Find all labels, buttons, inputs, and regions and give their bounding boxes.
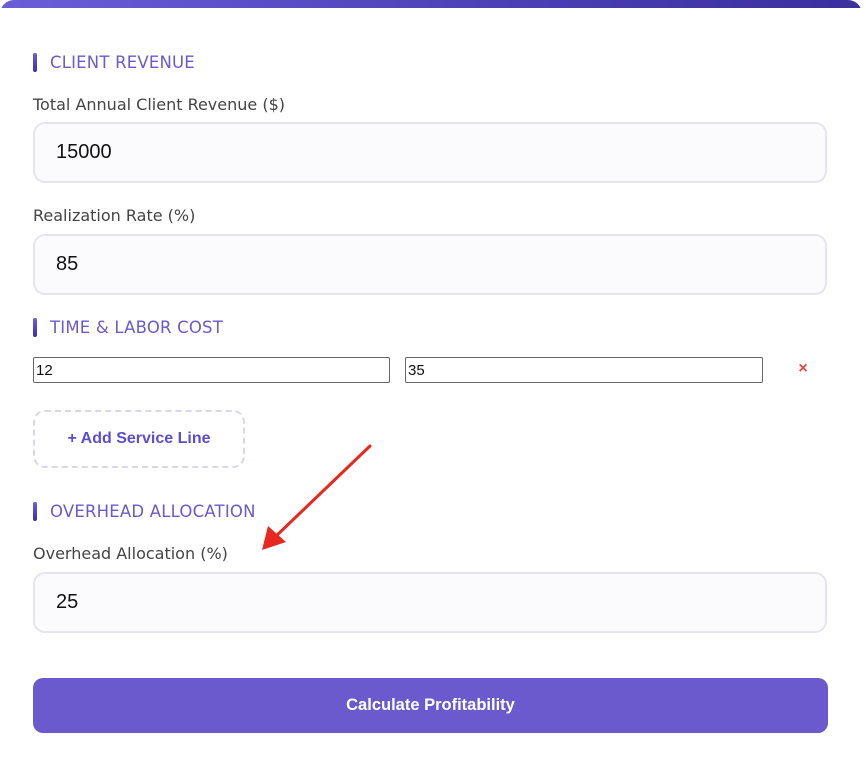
service-hours-input[interactable]: 12 bbox=[33, 357, 390, 383]
section-accent-bar bbox=[33, 501, 37, 521]
service-rate-value: 35 bbox=[408, 361, 425, 379]
calculator-card: CLIENT REVENUE Total Annual Client Reven… bbox=[0, 0, 862, 765]
section-header-labor: TIME & LABOR COST bbox=[33, 317, 223, 337]
overhead-label: Overhead Allocation (%) bbox=[33, 544, 228, 563]
overhead-input-value: 25 bbox=[56, 591, 79, 613]
service-rate-input[interactable]: 35 bbox=[405, 357, 763, 383]
section-header-overhead: OVERHEAD ALLOCATION bbox=[33, 501, 256, 521]
remove-service-line-button[interactable]: × bbox=[795, 359, 811, 379]
overhead-input[interactable]: 25 bbox=[33, 572, 827, 633]
realization-input-value: 85 bbox=[56, 253, 79, 275]
calculate-profitability-button[interactable]: Calculate Profitability bbox=[33, 678, 828, 733]
revenue-input-value: 15000 bbox=[56, 141, 112, 163]
section-title-revenue: CLIENT REVENUE bbox=[50, 52, 195, 72]
add-service-line-button[interactable]: + Add Service Line bbox=[33, 410, 245, 468]
revenue-label: Total Annual Client Revenue ($) bbox=[33, 95, 285, 114]
section-header-revenue: CLIENT REVENUE bbox=[33, 52, 195, 72]
section-accent-bar bbox=[33, 317, 37, 337]
realization-label: Realization Rate (%) bbox=[33, 206, 196, 225]
revenue-input[interactable]: 15000 bbox=[33, 122, 827, 183]
section-title-labor: TIME & LABOR COST bbox=[50, 317, 224, 337]
section-title-overhead: OVERHEAD ALLOCATION bbox=[50, 501, 256, 521]
service-hours-value: 12 bbox=[36, 361, 53, 379]
realization-input[interactable]: 85 bbox=[33, 234, 827, 295]
section-accent-bar bbox=[33, 52, 37, 72]
top-accent-bar bbox=[0, 0, 862, 8]
